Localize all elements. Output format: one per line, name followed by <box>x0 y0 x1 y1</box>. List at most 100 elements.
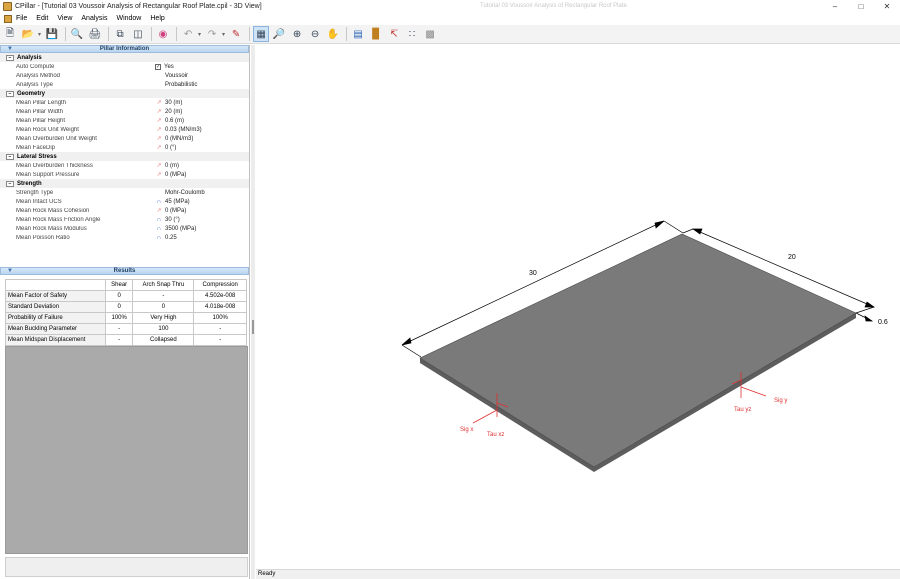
minimize-button[interactable]: – <box>822 0 848 13</box>
property-row[interactable]: Mean Rock Mass Cohesion ↗ 0 (MPa) <box>0 206 249 215</box>
property-value-text: 0 (MN/m3) <box>165 135 194 142</box>
property-value[interactable]: ↗ 0.03 (MN/m3) <box>155 126 201 134</box>
collapse-toggle-icon[interactable]: − <box>6 90 14 97</box>
table-row[interactable]: Mean Buckling Parameter -100- <box>5 323 247 335</box>
stress-sig-y-line <box>740 386 767 397</box>
property-value[interactable]: ↗ 30 (m) <box>155 99 182 107</box>
property-row[interactable]: Mean Pillar Height ↗ 0.6 (m) <box>0 116 249 125</box>
save-icon[interactable]: 💾 <box>44 26 60 42</box>
category-lateral-stress[interactable]: − Lateral Stress <box>0 152 249 161</box>
property-value[interactable]: Voussoir <box>155 73 188 79</box>
property-value[interactable]: ↗ 0 (MN/m3) <box>155 135 194 143</box>
color-wheel-icon[interactable]: ◉ <box>155 26 171 42</box>
results-header[interactable]: ▼ Results <box>0 267 249 275</box>
collapse-toggle-icon[interactable]: − <box>6 180 14 187</box>
property-value[interactable]: ∩ 30 (°) <box>155 217 180 223</box>
print-preview-icon[interactable]: 🔍 <box>69 26 85 42</box>
property-value[interactable]: ↗ 20 (m) <box>155 108 182 116</box>
auto-compute-checkbox[interactable]: ✓ <box>155 63 161 70</box>
category-label: Geometry <box>17 90 46 97</box>
menu-edit[interactable]: Edit <box>36 15 48 22</box>
redo-dropdown-icon[interactable]: ▾ <box>222 31 225 38</box>
document-icon[interactable] <box>4 14 12 23</box>
table-row[interactable]: Mean Midspan Displacement - Collapsed - <box>5 334 247 346</box>
menu-window[interactable]: Window <box>116 15 141 22</box>
collapse-toggle-icon[interactable]: − <box>6 54 14 61</box>
undo-icon[interactable]: ↶ <box>180 26 196 42</box>
menu-view[interactable]: View <box>57 15 72 22</box>
property-row[interactable]: Mean Pillar Length ↗ 30 (m) <box>0 98 249 107</box>
bar-chart-icon[interactable]: ▤ <box>350 26 366 42</box>
property-value[interactable]: ∩ 3500 (MPa) <box>155 226 197 232</box>
3d-view[interactable]: 30 20 0.6 Sig x Tau xz Sig y Tau yz <box>256 45 900 569</box>
property-row[interactable]: Strength Type Mohr-Coulomb <box>0 188 249 197</box>
splitter-grip-icon[interactable] <box>252 320 254 334</box>
category-strength[interactable]: − Strength <box>0 179 249 188</box>
close-button[interactable]: ✕ <box>874 0 900 13</box>
result-cell: - <box>104 323 134 335</box>
category-geometry[interactable]: − Geometry <box>0 89 249 98</box>
zoom-in-icon[interactable]: ⊕ <box>289 26 305 42</box>
dialog-icon[interactable]: ▩ <box>422 26 438 42</box>
open-dropdown-icon[interactable]: ▾ <box>38 31 41 38</box>
split-view-icon[interactable]: ◫ <box>130 26 146 42</box>
property-value-text: 0 (MPa) <box>165 171 187 178</box>
open-folder-icon[interactable]: 📂 <box>20 26 36 42</box>
new-file-icon[interactable]: 🗎 <box>2 26 18 42</box>
property-value[interactable]: ✓ Yes <box>155 63 174 70</box>
histogram-icon[interactable]: ▉ <box>368 26 384 42</box>
edit-wand-icon[interactable]: ✎ <box>228 26 244 42</box>
property-value[interactable]: ↗ 0 (MPa) <box>155 171 187 179</box>
property-value[interactable]: Probabilistic <box>155 82 197 88</box>
print-icon[interactable]: 🖨 <box>87 26 103 42</box>
property-row[interactable]: Mean FaceDip ↗ 0 (°) <box>0 143 249 152</box>
property-name: Analysis Method <box>16 72 61 79</box>
copy-icon[interactable]: ⧉ <box>112 26 128 42</box>
scatter-icon[interactable]: ∷ <box>404 26 420 42</box>
property-value[interactable]: Mohr-Coulomb <box>155 190 205 196</box>
zoom-out-icon[interactable]: ⊖ <box>307 26 323 42</box>
title-bar: CPillar - [Tutorial 03 Voussoir Analysis… <box>0 0 900 13</box>
pane-splitter[interactable] <box>251 45 255 579</box>
property-value[interactable]: ∩ 45 (MPa) <box>155 199 190 205</box>
property-row[interactable]: Auto Compute ✓ Yes <box>0 62 249 71</box>
property-row[interactable]: Mean Support Pressure ↗ 0 (MPa) <box>0 170 249 179</box>
status-text: Ready <box>258 571 276 577</box>
dim-width-ext2 <box>855 306 875 314</box>
property-row[interactable]: Mean Intact UCS ∩ 45 (MPa) <box>0 197 249 206</box>
property-value[interactable]: ↗ 0 (MPa) <box>155 207 186 215</box>
pillar-info-header[interactable]: ▼ Pillar Information <box>0 45 249 53</box>
menu-help[interactable]: Help <box>150 15 164 22</box>
plate-top[interactable] <box>419 233 857 468</box>
property-row[interactable]: Mean Pillar Width ↗ 20 (m) <box>0 107 249 116</box>
property-row[interactable]: Analysis Method Voussoir <box>0 71 249 80</box>
redo-icon[interactable]: ↷ <box>204 26 220 42</box>
property-row[interactable]: Analysis Type Probabilistic <box>0 80 249 89</box>
menu-file[interactable]: File <box>16 15 27 22</box>
category-analysis[interactable]: − Analysis <box>0 53 249 62</box>
select-page-icon[interactable]: ▦ <box>253 26 270 42</box>
maximize-button[interactable]: □ <box>848 0 874 13</box>
table-row[interactable]: Probability of Failure 100% Very High 100% <box>5 312 247 324</box>
property-value[interactable]: ↗ 0.6 (m) <box>155 117 184 125</box>
menu-analysis[interactable]: Analysis <box>81 15 107 22</box>
results-column-header <box>5 279 106 291</box>
property-row[interactable]: Mean Overburden Thickness ↗ 0 (m) <box>0 161 249 170</box>
property-row[interactable]: Mean Overburden Unit Weight ↗ 0 (MN/m3) <box>0 134 249 143</box>
property-value[interactable]: ↗ 0 (m) <box>155 162 179 170</box>
property-row[interactable]: Mean Rock Unit Weight ↗ 0.03 (MN/m3) <box>0 125 249 134</box>
zoom-extents-icon[interactable]: 🔎 <box>271 26 287 42</box>
toolbar: 🗎 📂 ▾ 💾 🔍 🖨 ⧉ ◫ ◉ ↶ ▾ ↷ ▾ ✎ ▦ 🔎 ⊕ ⊖ ✋ ▤ … <box>0 25 900 44</box>
property-value[interactable]: ↗ 0 (°) <box>155 144 176 152</box>
undo-dropdown-icon[interactable]: ▾ <box>198 31 201 38</box>
3d-view-canvas[interactable]: 30 20 0.6 Sig x Tau xz Sig y Tau yz <box>256 45 900 569</box>
table-row[interactable]: Standard Deviation 0 0 4.018e-008 <box>5 301 247 313</box>
collapse-toggle-icon[interactable]: − <box>6 153 14 160</box>
property-value[interactable]: ∩ 0.25 <box>155 235 177 241</box>
table-row[interactable]: Mean Factor of Safety 0-4.502e-008 <box>5 290 247 302</box>
line-chart-icon[interactable]: ↸ <box>386 26 402 42</box>
pan-hand-icon[interactable]: ✋ <box>325 26 341 42</box>
property-row[interactable]: Mean Rock Mass Friction Angle ∩ 30 (°) <box>0 215 249 224</box>
property-row[interactable]: Mean Poisson Ratio ∩ 0.25 <box>0 233 249 242</box>
property-row[interactable]: Mean Rock Mass Modulus ∩ 3500 (MPa) <box>0 224 249 233</box>
